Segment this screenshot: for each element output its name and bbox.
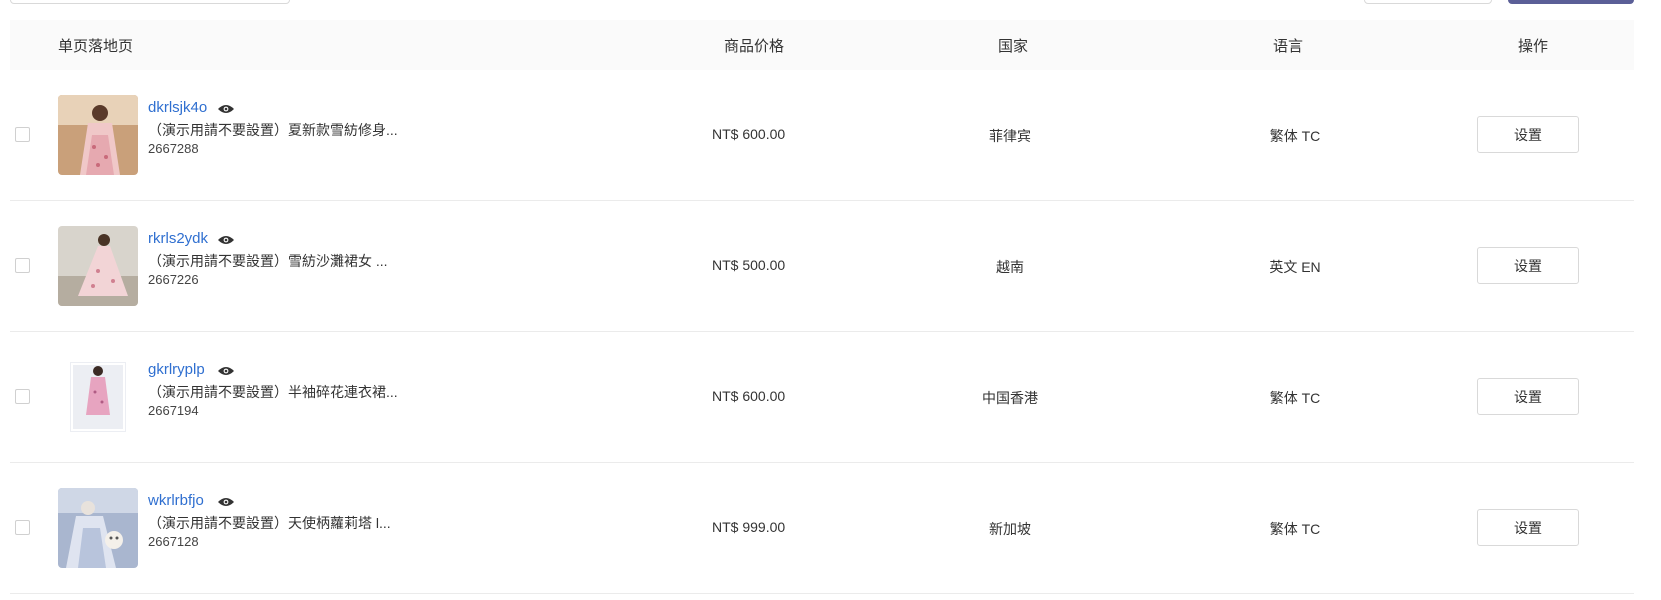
settings-button[interactable]: 设置 — [1477, 509, 1579, 546]
header-price: 商品价格 — [724, 37, 785, 55]
price-cell: NT$ 600.00 — [712, 126, 786, 142]
product-thumbnail — [58, 226, 138, 306]
price-cell: NT$ 600.00 — [712, 388, 786, 404]
language-cell: 繁体 TC — [1269, 128, 1321, 144]
product-description: （演示用請不要設置）雪紡沙灘裙女 ... — [148, 253, 388, 269]
product-description: （演示用請不要設置）天使柄蘿莉塔 l... — [148, 515, 391, 531]
primary-button[interactable] — [1508, 0, 1634, 4]
header-language: 语言 — [1273, 37, 1304, 55]
settings-button[interactable]: 设置 — [1477, 247, 1579, 284]
language-cell: 繁体 TC — [1269, 521, 1321, 537]
product-id: 2667288 — [148, 141, 199, 156]
language-cell: 英文 EN — [1269, 259, 1321, 275]
product-description: （演示用請不要設置）夏新款雪紡修身... — [148, 122, 398, 138]
country-cell: 菲律宾 — [989, 128, 1031, 144]
search-input[interactable] — [10, 0, 290, 4]
page-name-link[interactable]: wkrlrbfjo — [148, 492, 204, 509]
row-checkbox[interactable] — [15, 389, 30, 404]
settings-button[interactable]: 设置 — [1477, 378, 1579, 415]
page-name-link[interactable]: dkrlsjk4o — [148, 99, 207, 116]
product-description: （演示用請不要設置）半袖碎花連衣裙... — [148, 384, 398, 400]
settings-button[interactable]: 设置 — [1477, 116, 1579, 153]
row-checkbox[interactable] — [15, 127, 30, 142]
product-id: 2667194 — [148, 403, 199, 418]
eye-icon[interactable] — [218, 497, 234, 507]
country-cell: 中国香港 — [982, 390, 1038, 406]
header-country: 国家 — [998, 37, 1029, 55]
country-cell: 越南 — [996, 259, 1024, 275]
product-id: 2667128 — [148, 534, 199, 549]
row-checkbox[interactable] — [15, 258, 30, 273]
price-cell: NT$ 999.00 — [712, 519, 786, 535]
page-name-link[interactable]: gkrlryplp — [148, 361, 205, 378]
product-thumbnail — [58, 357, 138, 437]
table-row: wkrlrbfjo （演示用請不要設置）天使柄蘿莉塔 l... 2667128 … — [10, 463, 1634, 594]
table-row: gkrlryplp （演示用請不要設置）半袖碎花連衣裙... 2667194 N… — [10, 332, 1634, 463]
product-thumbnail — [58, 488, 138, 568]
header-page: 单页落地页 — [58, 37, 134, 55]
eye-icon[interactable] — [218, 366, 234, 376]
table-header: 单页落地页 商品价格 国家 语言 操作 — [10, 20, 1634, 70]
landing-page-table: 单页落地页 商品价格 国家 语言 操作 dkrlsjk4o （演示用請不要設置）… — [10, 20, 1634, 594]
secondary-button[interactable] — [1364, 0, 1492, 4]
product-id: 2667226 — [148, 272, 199, 287]
eye-icon[interactable] — [218, 235, 234, 245]
language-cell: 繁体 TC — [1269, 390, 1321, 406]
country-cell: 新加坡 — [989, 521, 1031, 537]
header-operation: 操作 — [1518, 37, 1549, 55]
page-name-link[interactable]: rkrls2ydk — [148, 230, 208, 247]
table-row: dkrlsjk4o （演示用請不要設置）夏新款雪紡修身... 2667288 N… — [10, 70, 1634, 201]
product-thumbnail — [58, 95, 138, 175]
eye-icon[interactable] — [218, 104, 234, 114]
row-checkbox[interactable] — [15, 520, 30, 535]
table-row: rkrls2ydk （演示用請不要設置）雪紡沙灘裙女 ... 2667226 N… — [10, 201, 1634, 332]
price-cell: NT$ 500.00 — [712, 257, 786, 273]
